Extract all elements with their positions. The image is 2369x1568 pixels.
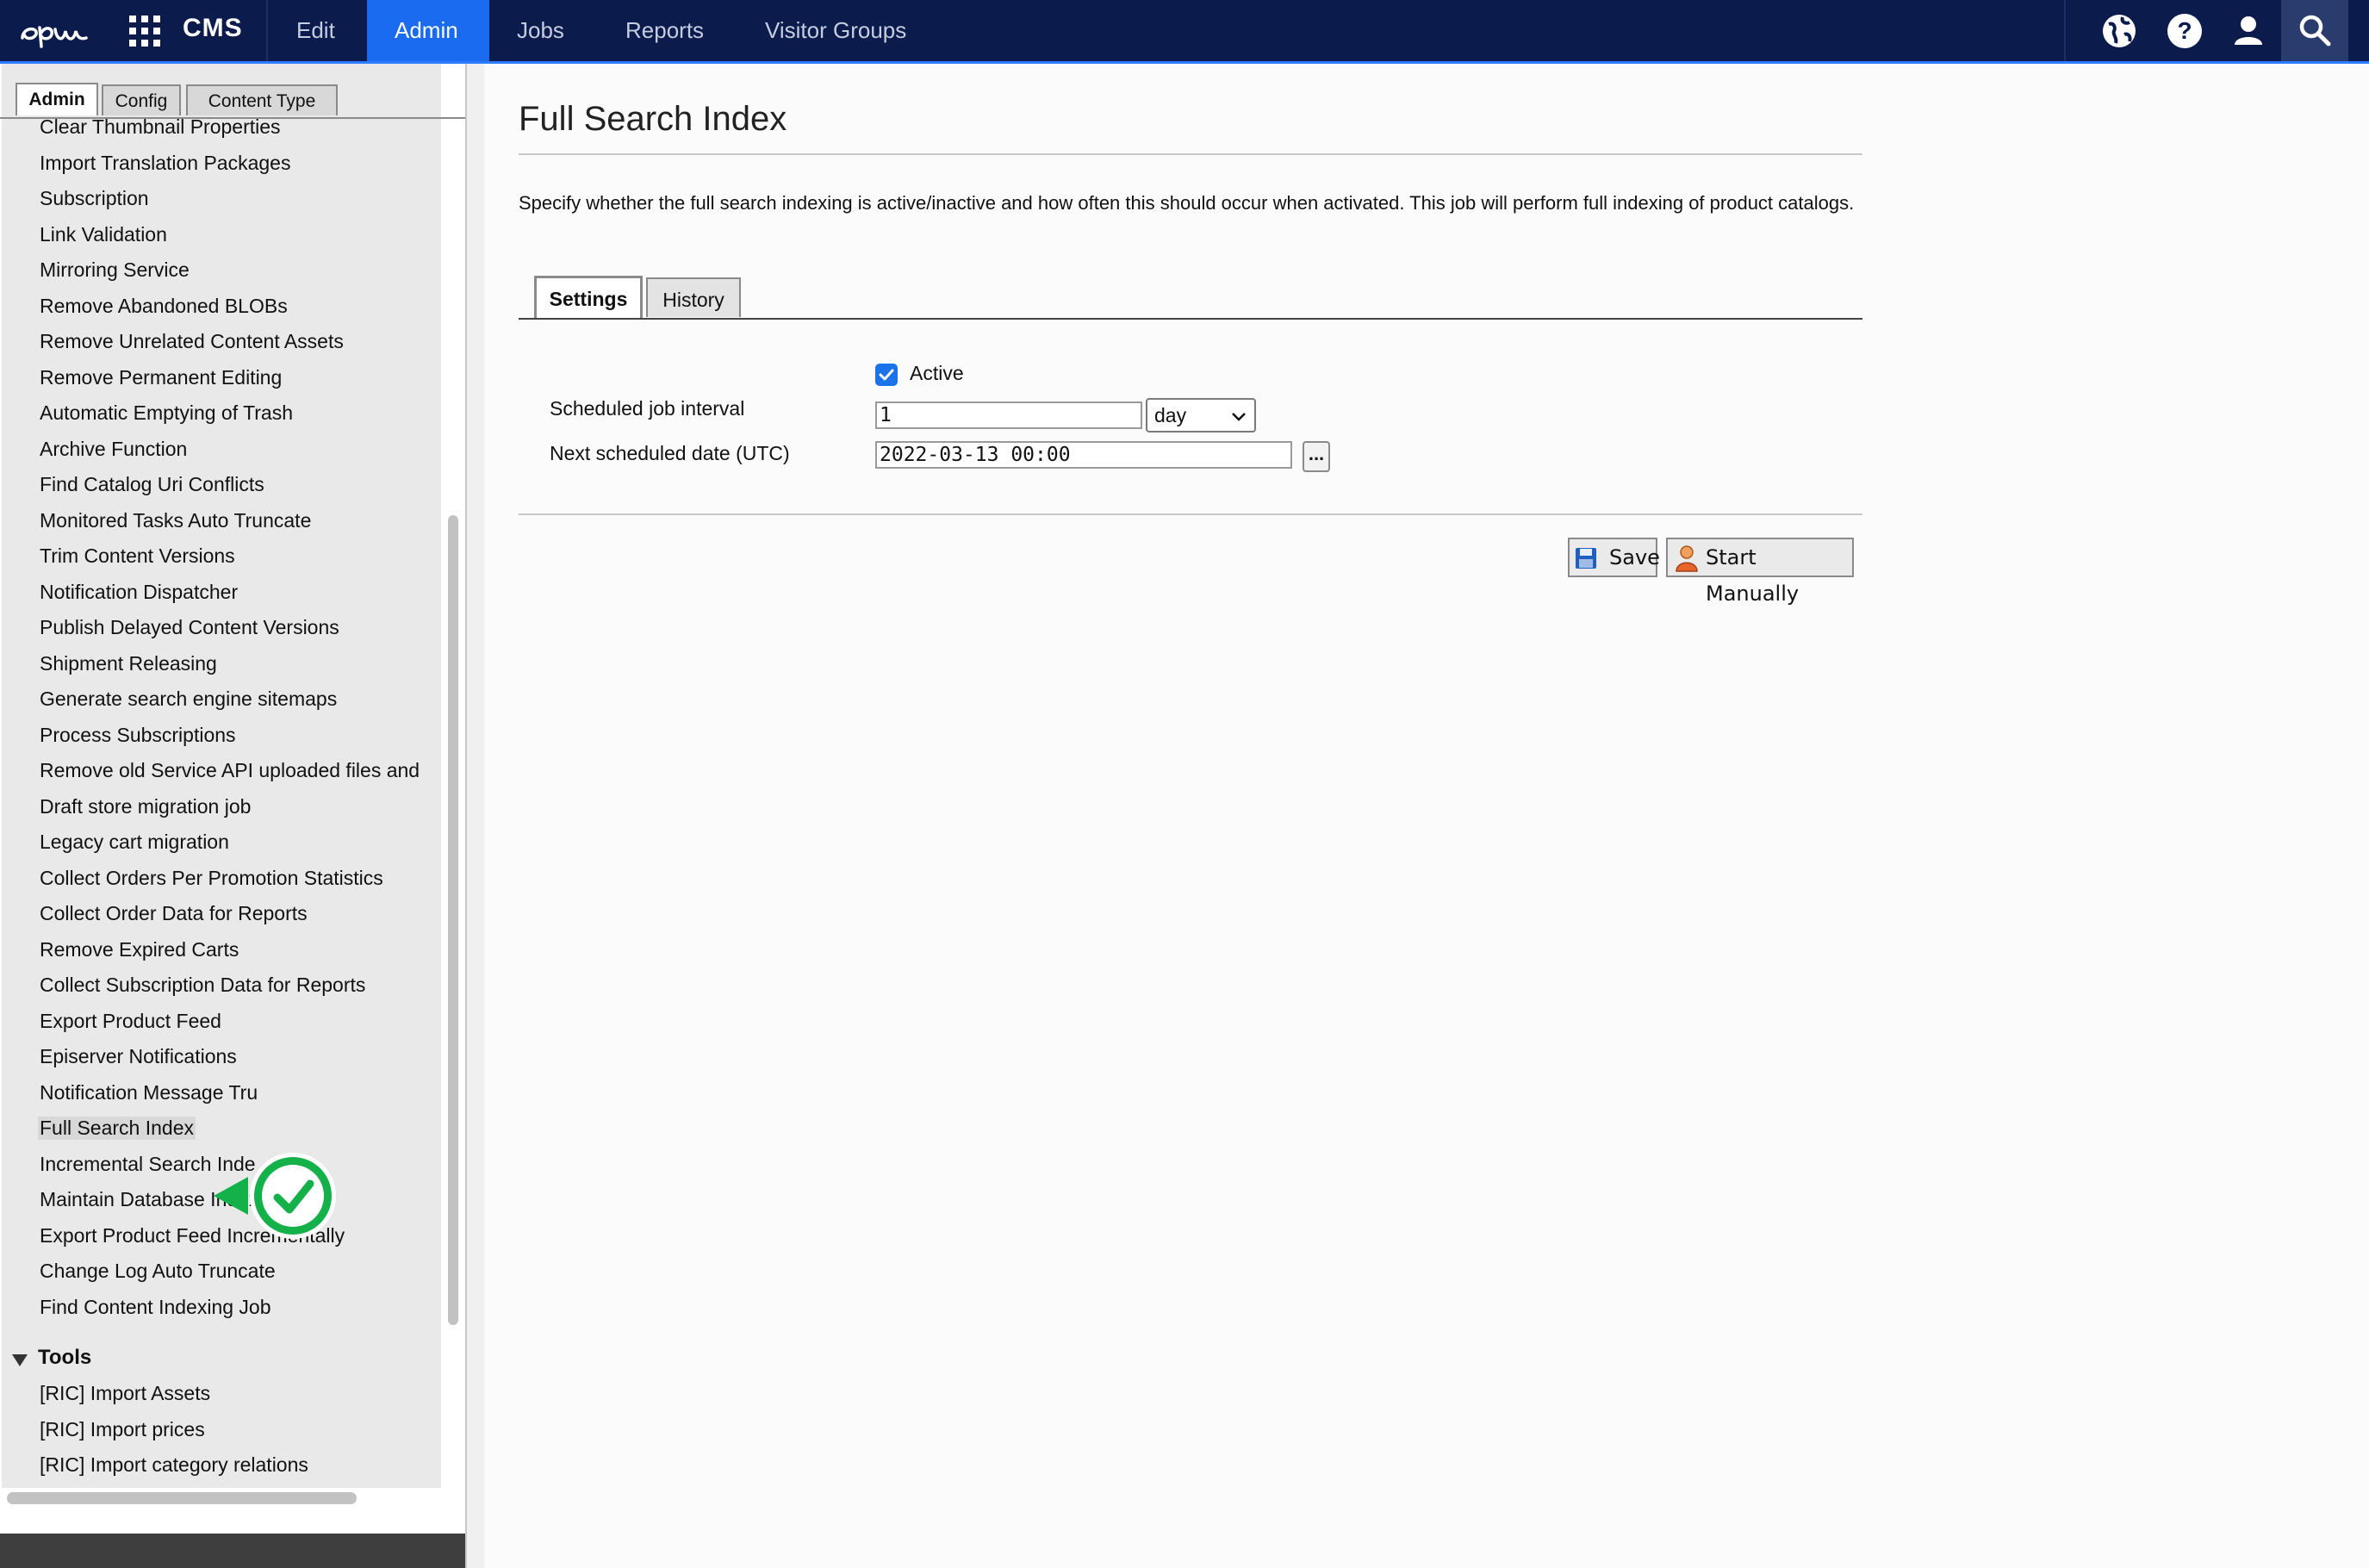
interval-unit-select[interactable]: day (1146, 398, 1256, 432)
job-list-item[interactable]: Legacy cart migration (40, 831, 229, 854)
job-list-item[interactable]: Automatic Emptying of Trash (40, 401, 293, 425)
interval-input[interactable]: 1 (875, 401, 1142, 429)
expand-triangle-icon[interactable] (12, 1354, 28, 1366)
job-list-item[interactable]: Shipment Releasing (40, 652, 217, 675)
job-list-item[interactable]: Notification Message Tru (40, 1081, 258, 1104)
job-list-item[interactable]: Collect Orders Per Promotion Statistics (40, 867, 383, 890)
title-divider (519, 153, 1862, 155)
nav-edit[interactable]: Edit (269, 0, 365, 61)
job-list-item[interactable]: Remove Abandoned BLOBs (40, 295, 288, 318)
job-list-item[interactable]: Generate search engine sitemaps (40, 688, 337, 711)
next-date-label: Next scheduled date (UTC) (550, 442, 790, 464)
start-manually-button[interactable]: Start Manually (1666, 538, 1854, 606)
nav-separator (266, 0, 268, 61)
left-pane-footer (0, 1534, 465, 1568)
tab-admin[interactable]: Admin (16, 83, 98, 115)
job-list-item[interactable]: Change Log Auto Truncate (40, 1260, 276, 1283)
job-list-item[interactable]: Full Search Index (38, 1117, 196, 1140)
job-list-item[interactable]: Archive Function (40, 438, 187, 461)
job-list-item[interactable]: Remove old Service API uploaded files an… (40, 759, 420, 782)
job-list-item[interactable]: Find Catalog Uri Conflicts (40, 473, 264, 496)
start-manually-label: Start Manually (1706, 545, 1800, 606)
top-navigation-bar: CMS Edit Admin Jobs Reports Visitor Grou… (0, 0, 2369, 64)
interval-label: Scheduled job interval (550, 397, 745, 420)
active-checkbox[interactable] (875, 364, 898, 386)
job-list-item[interactable]: Export Product Feed (40, 1010, 221, 1033)
page-title: Full Search Index (519, 100, 787, 138)
job-list-item[interactable]: Trim Content Versions (40, 544, 235, 568)
tab-history[interactable]: History (646, 277, 741, 317)
cms-brand: CMS (183, 14, 243, 42)
vertical-scrollbar[interactable] (448, 515, 458, 1325)
apps-grid-icon[interactable] (129, 16, 160, 47)
tools-list-item[interactable]: [RIC] Import prices (40, 1418, 205, 1441)
nav-reports[interactable]: Reports (598, 0, 737, 61)
next-date-input[interactable]: 2022-03-13 00:00 (875, 441, 1292, 469)
page-description: Specify whether the full search indexing… (519, 192, 1855, 214)
job-list-item[interactable]: Remove Permanent Editing (40, 366, 282, 389)
job-list-item[interactable]: Collect Subscription Data for Reports (40, 974, 365, 997)
job-list-item[interactable]: Process Subscriptions (40, 724, 236, 747)
tab-settings[interactable]: Settings (534, 276, 643, 319)
person-run-icon (1676, 545, 1698, 572)
job-list-item[interactable]: Publish Delayed Content Versions (40, 616, 339, 639)
user-icon[interactable] (2226, 9, 2271, 53)
tools-section-title[interactable]: Tools (38, 1346, 91, 1370)
left-navigation-pane: Admin Config Content Type Clear Thumbnai… (0, 64, 467, 1568)
tools-list-item[interactable]: [RIC] Import Assets (40, 1382, 210, 1405)
job-list-item[interactable]: Draft store migration job (40, 795, 251, 818)
floppy-disk-icon (1576, 548, 1596, 569)
episerver-logo-icon[interactable] (16, 9, 93, 55)
job-list-item[interactable]: Monitored Tasks Auto Truncate (40, 509, 311, 532)
form-divider (519, 513, 1862, 515)
job-list-item[interactable]: Link Validation (40, 223, 167, 246)
job-list-item[interactable]: Subscription (40, 187, 149, 210)
nav-separator (2064, 0, 2066, 61)
horizontal-scrollbar[interactable] (7, 1492, 357, 1504)
checkmark-icon (879, 369, 894, 381)
tabs-underline (519, 318, 1862, 320)
nav-visitor-groups[interactable]: Visitor Groups (737, 0, 936, 61)
date-picker-button[interactable]: ... (1303, 441, 1330, 472)
job-list-item[interactable]: Episerver Notifications (40, 1045, 237, 1068)
save-button[interactable]: Save (1568, 538, 1660, 577)
chevron-down-icon (1232, 413, 1246, 421)
search-button[interactable] (2281, 0, 2348, 61)
job-list-item[interactable]: Remove Expired Carts (40, 938, 239, 961)
job-list-item[interactable]: Clear Thumbnail Properties (40, 115, 281, 139)
job-list-item[interactable]: Import Translation Packages (40, 152, 290, 175)
checkmark-badge-icon (214, 1153, 336, 1239)
tools-list-item[interactable]: [RIC] Import category relations (40, 1453, 308, 1477)
interval-unit-value: day (1154, 404, 1187, 426)
job-list-item[interactable]: Collect Order Data for Reports (40, 902, 308, 925)
job-list-item[interactable]: Notification Dispatcher (40, 581, 238, 604)
svg-text:?: ? (2177, 17, 2192, 44)
tab-config[interactable]: Config (102, 84, 181, 115)
active-label: Active (910, 362, 964, 384)
nav-admin[interactable]: Admin (367, 0, 489, 61)
help-icon[interactable]: ? (2162, 9, 2207, 53)
job-list-item[interactable]: Find Content Indexing Job (40, 1296, 271, 1319)
tab-content-type[interactable]: Content Type (186, 84, 338, 115)
save-label: Save (1609, 545, 1660, 569)
job-list-item[interactable]: Mirroring Service (40, 258, 190, 282)
main-content-area (467, 64, 2369, 1568)
search-icon (2299, 15, 2331, 47)
globe-icon[interactable] (2097, 9, 2142, 53)
job-list-item[interactable]: Remove Unrelated Content Assets (40, 330, 344, 353)
nav-jobs[interactable]: Jobs (489, 0, 598, 61)
